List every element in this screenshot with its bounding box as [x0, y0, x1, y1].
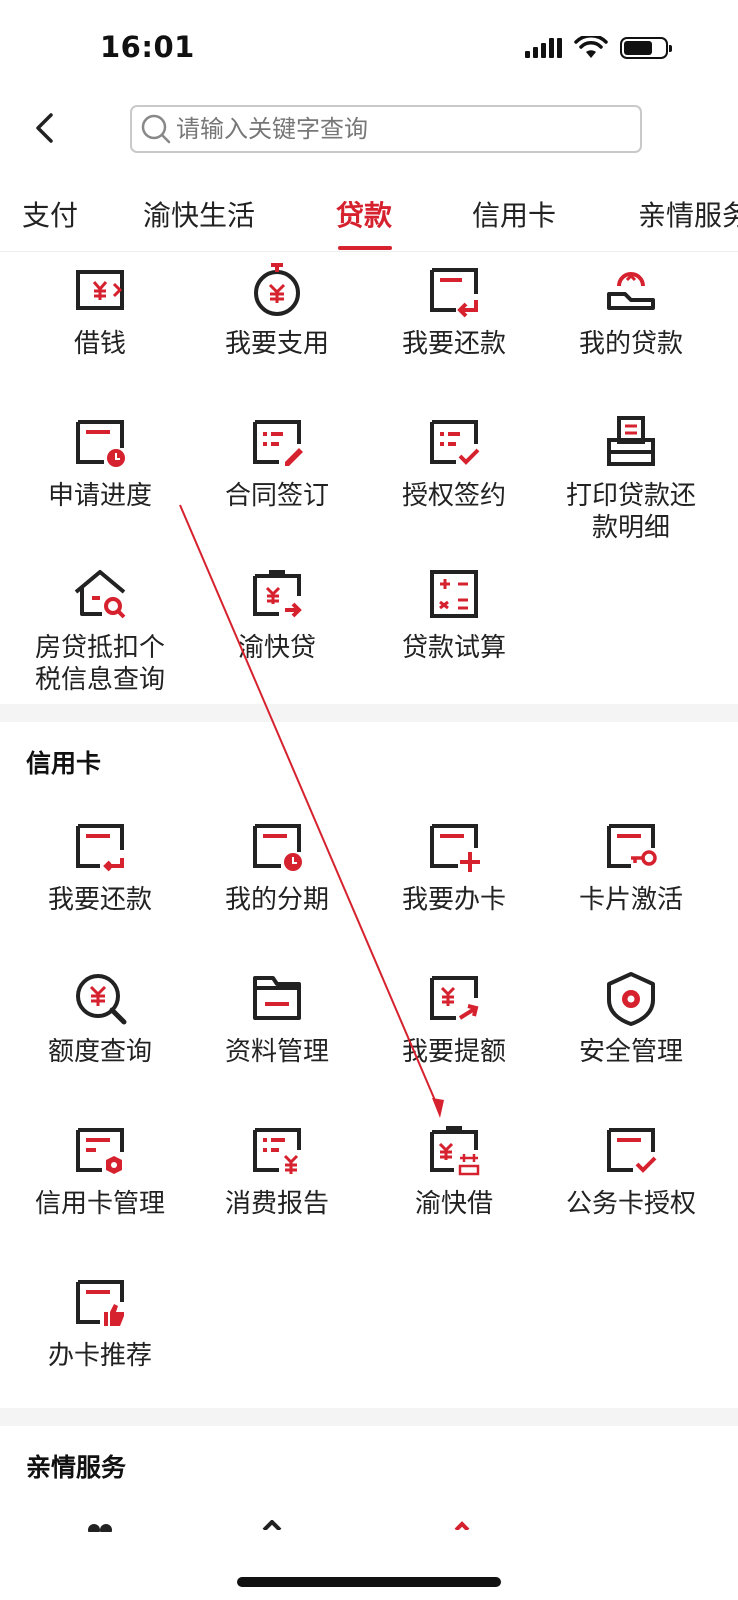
card-item-card-recommend[interactable]: 办卡推荐: [8, 1274, 192, 1372]
loan-hand-icon: [607, 272, 655, 310]
card-item-raise-limit[interactable]: 我要提额: [362, 970, 546, 1068]
card-item-card-management[interactable]: 信用卡管理: [8, 1122, 192, 1220]
card-settings-icon: [76, 1128, 124, 1174]
section-divider: [0, 704, 738, 722]
family-icon-partial: [88, 1524, 112, 1532]
card-item-corporate-card-authorize[interactable]: 公务卡授权: [539, 1122, 723, 1220]
tab-credit-card[interactable]: 信用卡: [472, 194, 556, 234]
category-tabs: 支付 渝快生活 贷款 信用卡 亲情服务: [0, 174, 738, 252]
battery-icon: [620, 37, 672, 59]
card-check-icon: [607, 1128, 657, 1173]
home-indicator[interactable]: [237, 1577, 501, 1587]
loan-item-draw[interactable]: 我要支用: [185, 262, 369, 360]
card-item-security-management[interactable]: 安全管理: [539, 970, 723, 1068]
card-item-installments[interactable]: 我的分期: [185, 818, 369, 916]
calculator-icon: [430, 570, 478, 618]
contract-pen-icon: [253, 420, 303, 466]
card-add-icon: [430, 824, 480, 872]
tab-loan[interactable]: 贷款: [336, 194, 392, 234]
wifi-icon: [574, 36, 608, 58]
family-icon-partial-2: [262, 1520, 282, 1530]
progress-clock-icon: [76, 420, 125, 467]
search-icon: [140, 113, 172, 145]
section-title-credit-card: 信用卡: [26, 749, 102, 778]
card-item-activate[interactable]: 卡片激活: [539, 818, 723, 916]
back-button[interactable]: [26, 108, 62, 148]
shield-icon: [607, 972, 655, 1026]
active-tab-underline: [338, 246, 392, 250]
card-repay-icon: [76, 824, 124, 872]
yuan-clipboard-icon: [253, 570, 302, 618]
loan-item-my-loans[interactable]: 我的贷款: [539, 262, 723, 360]
card-key-icon: [607, 824, 657, 868]
family-icon-partial-3: [454, 1521, 470, 1530]
loan-item-contract-signing[interactable]: 合同签订: [185, 414, 369, 512]
search-box[interactable]: [130, 105, 642, 153]
chevron-left-icon: [36, 113, 53, 143]
cellular-signal-icon: [525, 38, 562, 58]
report-yuan-icon: [253, 1128, 301, 1174]
loan-item-repay[interactable]: 我要还款: [362, 262, 546, 360]
card-item-limit-query[interactable]: 额度查询: [8, 970, 192, 1068]
loan-item-mortgage-tax-query[interactable]: 房贷抵扣个 税信息查询: [8, 566, 192, 696]
section-divider-2: [0, 1408, 738, 1426]
print-icon: [607, 416, 655, 466]
thumbs-up-card-icon: [76, 1280, 124, 1326]
card-item-spending-report[interactable]: 消费报告: [185, 1122, 369, 1220]
search-input[interactable]: [176, 115, 616, 143]
yuan-search-icon: [76, 974, 127, 1025]
card-item-repay[interactable]: 我要还款: [8, 818, 192, 916]
repay-arrow-icon: [430, 268, 478, 318]
loan-item-yukuai-loan[interactable]: 渝快贷: [185, 566, 369, 664]
card-item-yukuai-borrow[interactable]: 渝快借: [362, 1122, 546, 1220]
yuan-transfer-icon: [76, 270, 124, 310]
loan-item-print-statement[interactable]: 打印贷款还 款明细: [539, 414, 723, 544]
house-search-icon: [74, 570, 126, 619]
folder-icon: [253, 976, 301, 1020]
loan-item-authorize-sign[interactable]: 授权签约: [362, 414, 546, 512]
installment-clock-icon: [253, 824, 302, 871]
nav-bar: [0, 96, 738, 166]
loan-section: 借钱 我要支用 我要还款 我的贷款 申请进度 合同签订 授权签约 打印贷款还 款…: [0, 262, 738, 702]
yuan-timer-icon: [254, 263, 300, 316]
tab-family-service[interactable]: 亲情服务: [638, 194, 738, 234]
card-item-apply-card[interactable]: 我要办卡: [362, 818, 546, 916]
loan-item-borrow[interactable]: 借钱: [8, 262, 192, 360]
credit-card-section: 我要还款 我的分期 我要办卡 卡片激活 额度查询 资料管理 我要提额 安全管理 …: [0, 818, 738, 1408]
status-time: 16:01: [100, 30, 195, 64]
loan-item-application-progress[interactable]: 申请进度: [8, 414, 192, 512]
loan-item-loan-calculator[interactable]: 贷款试算: [362, 566, 546, 664]
card-item-profile-management[interactable]: 资料管理: [185, 970, 369, 1068]
status-bar: 16:01: [0, 0, 738, 96]
borrow-clipboard-icon: [430, 1126, 480, 1176]
section-title-family-service: 亲情服务: [26, 1453, 127, 1482]
authorize-check-icon: [430, 420, 480, 465]
status-icons: [525, 36, 672, 60]
tab-yukuai-life[interactable]: 渝快生活: [143, 194, 255, 234]
raise-limit-icon: [430, 976, 479, 1020]
tab-payment[interactable]: 支付: [22, 194, 78, 234]
